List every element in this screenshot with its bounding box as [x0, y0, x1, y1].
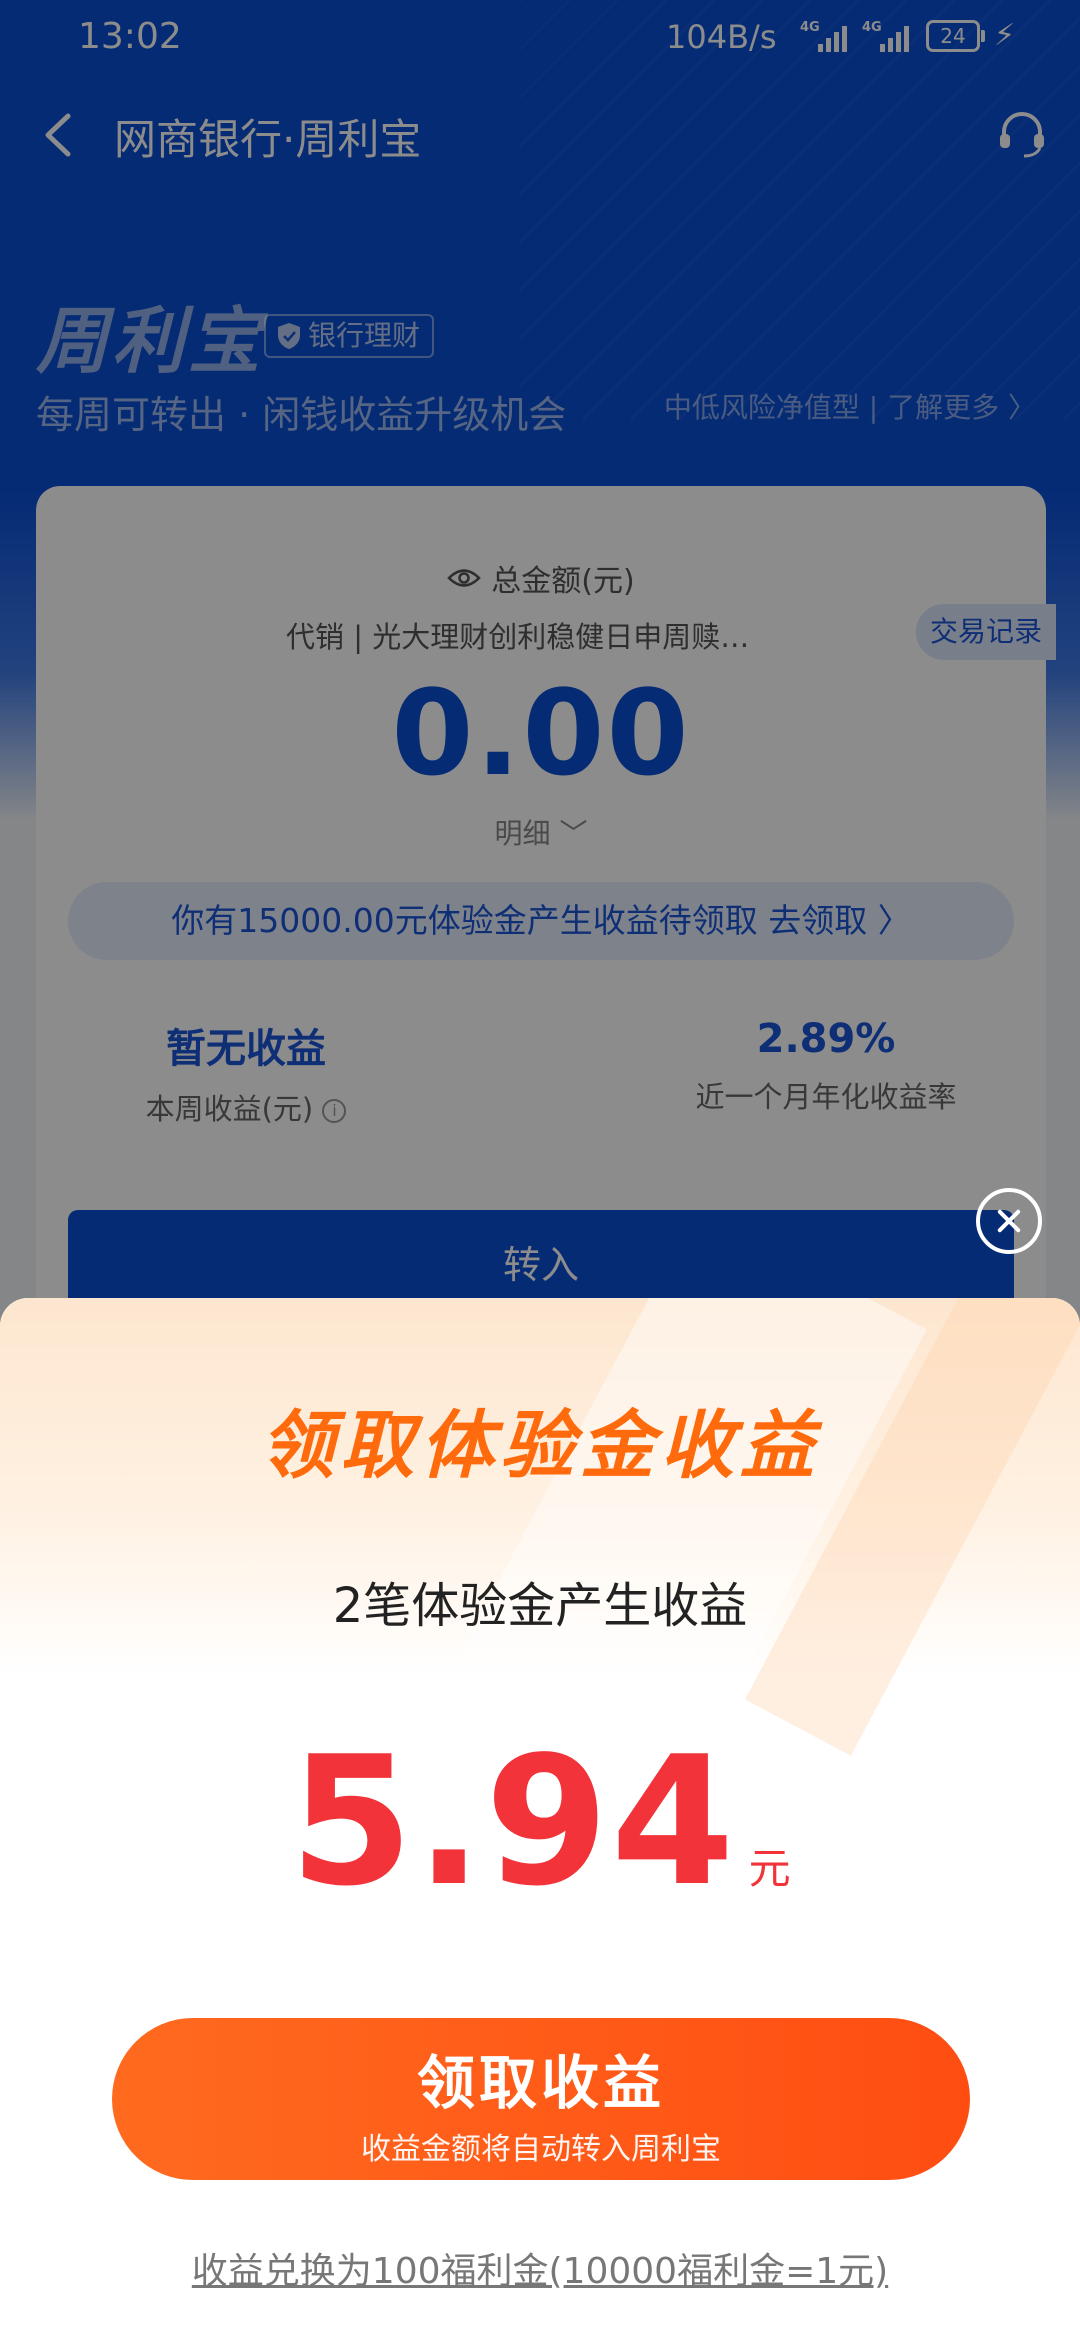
reward-unit: 元 [748, 1844, 791, 1893]
sheet-title: 领取体验金收益 [260, 1403, 820, 1489]
claim-earnings-sheet: 领取体验金收益 2笔体验金产生收益 5.94 元 领取收益 收益金额将自动转入周利… [0, 1298, 1080, 2340]
reward-amount-block: 5.94 元 [0, 1718, 1080, 1925]
exchange-for-points-link[interactable]: 收益兑换为100福利金(10000福利金=1元) [0, 2242, 1080, 2294]
claim-button-label: 领取收益 [416, 2049, 665, 2117]
claim-earnings-button[interactable]: 领取收益 收益金额将自动转入周利宝 [112, 2018, 970, 2180]
reward-amount: 5.94 [289, 1718, 737, 1925]
close-icon[interactable] [976, 1188, 1042, 1254]
sheet-subtitle: 2笔体验金产生收益 [332, 1578, 748, 1634]
claim-button-subtext: 收益金额将自动转入周利宝 [361, 2132, 721, 2167]
